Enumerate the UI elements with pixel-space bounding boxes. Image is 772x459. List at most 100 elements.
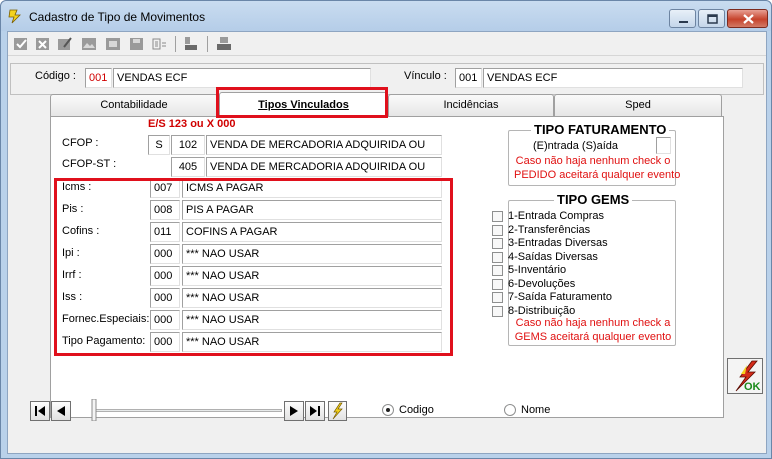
gems-title: TIPO GEMS <box>554 192 633 207</box>
tax-row-label: Iss : <box>62 291 83 303</box>
tax-row-desc-field[interactable]: *** NAO USAR <box>182 244 442 264</box>
gems-checkbox[interactable] <box>492 251 503 263</box>
tab-tipos-vinculados[interactable]: Tipos Vinculados <box>219 92 388 118</box>
last-record-button[interactable] <box>305 401 325 421</box>
tax-row-code-field[interactable]: 000 <box>150 266 180 286</box>
gems-item-label: 5-Inventário <box>508 264 567 276</box>
tax-row-label: Icms : <box>62 181 92 193</box>
tax-row-label: Pis : <box>62 203 84 215</box>
cancel-icon[interactable] <box>34 35 52 53</box>
maximize-icon <box>707 14 718 24</box>
order-codigo-label: Codigo <box>399 404 434 416</box>
window-title: Cadastro de Tipo de Movimentos <box>29 10 206 24</box>
codigo-code-field[interactable]: 001 <box>85 68 112 88</box>
edit-icon[interactable] <box>56 35 74 53</box>
tax-row-desc-field[interactable]: ICMS A PAGAR <box>182 178 442 198</box>
vinculo-desc-field[interactable]: VENDAS ECF <box>483 68 743 88</box>
first-record-button[interactable] <box>30 401 50 421</box>
toolbar <box>8 32 766 56</box>
record-slider-thumb[interactable] <box>91 399 97 421</box>
image2-icon[interactable] <box>104 35 122 53</box>
tax-row-code-field[interactable]: 008 <box>150 200 180 220</box>
toolbar-separator <box>175 36 176 52</box>
ok-label: OK <box>744 381 761 393</box>
vinculo-label: Vínculo : <box>404 70 447 82</box>
ok-button[interactable]: OK <box>727 358 763 394</box>
gems-checkbox[interactable] <box>492 305 503 317</box>
order-codigo-radio[interactable] <box>382 404 394 416</box>
cfop-st-label: CFOP-ST : <box>62 158 117 170</box>
cfop-desc-field[interactable]: VENDA DE MERCADORIA ADQUIRIDA OU <box>206 135 442 155</box>
next-record-button[interactable] <box>284 401 304 421</box>
codigo-label: Código : <box>35 70 76 82</box>
order-nome-label: Nome <box>521 404 551 416</box>
cfop-label: CFOP : <box>62 137 99 149</box>
main-window: Cadastro de Tipo de Movimentos Código: … <box>0 0 772 459</box>
tax-row-code-field[interactable]: 000 <box>150 288 180 308</box>
tax-row-label: Ipi : <box>62 247 80 259</box>
gems-item-label: 7-Saída Faturamento <box>508 291 612 303</box>
record-slider-track[interactable] <box>94 409 282 412</box>
list-icon[interactable] <box>150 35 168 53</box>
next-icon <box>290 406 298 416</box>
faturamento-value-field[interactable] <box>656 137 671 154</box>
title-bar[interactable]: Cadastro de Tipo de Movimentos <box>1 1 771 31</box>
gems-checkbox[interactable] <box>492 278 503 290</box>
gems-checkbox[interactable] <box>492 211 503 222</box>
tab-incidencias[interactable]: Incidências <box>388 94 554 116</box>
tax-row-code-field[interactable]: 000 <box>150 244 180 264</box>
gems-item-label: 8-Distribuição <box>508 304 576 317</box>
faturamento-options: (E)ntrada (S)aída <box>533 140 618 152</box>
tax-row-label: Irrf : <box>62 269 82 281</box>
tax-row-desc-field[interactable]: *** NAO USAR <box>182 288 442 308</box>
cfop-st-code-field[interactable]: 405 <box>171 157 205 177</box>
cfop-code-field[interactable]: 102 <box>171 135 205 155</box>
gems-checkbox[interactable] <box>492 265 503 276</box>
gems-item-label: 6-Devoluções <box>508 277 576 290</box>
tax-row-desc-field[interactable]: *** NAO USAR <box>182 266 442 286</box>
cfop-st-desc-field[interactable]: VENDA DE MERCADORIA ADQUIRIDA OU <box>206 157 442 177</box>
minimize-icon <box>679 21 688 23</box>
gems-checkbox[interactable] <box>492 238 503 249</box>
tax-row-code-field[interactable]: 000 <box>150 310 180 330</box>
gems-checkbox[interactable] <box>492 292 503 303</box>
tax-row-code-field[interactable]: 011 <box>150 222 180 242</box>
image-icon[interactable] <box>80 35 98 53</box>
quick-action-button[interactable] <box>328 401 347 421</box>
tax-row-desc-field[interactable]: COFINS A PAGAR <box>182 222 442 242</box>
gems-checkbox[interactable] <box>492 224 503 236</box>
app-bolt-icon <box>8 9 21 24</box>
stamp-icon[interactable] <box>182 35 200 53</box>
minimize-button[interactable] <box>669 9 696 28</box>
save-icon[interactable] <box>128 35 146 53</box>
order-nome-radio[interactable] <box>504 404 516 416</box>
tab-sped[interactable]: Sped <box>554 94 722 116</box>
close-button[interactable] <box>727 9 768 28</box>
lightning-icon <box>332 402 343 420</box>
codigo-desc-field[interactable]: VENDAS ECF <box>113 68 371 88</box>
print-icon[interactable] <box>215 35 233 53</box>
tax-row-desc-field[interactable]: PIS A PAGAR <box>182 200 442 220</box>
cfop-es-field[interactable]: S <box>148 135 170 155</box>
tab-contabilidade[interactable]: Contabilidade <box>50 94 218 116</box>
prev-icon <box>57 406 65 416</box>
tax-row-label: Cofins : <box>62 225 100 237</box>
tax-row-code-field[interactable]: 007 <box>150 178 180 198</box>
tax-row-code-field[interactable]: 000 <box>150 332 180 352</box>
gems-item-label: 3-Entradas Diversas <box>508 237 608 249</box>
gems-note-2: GEMS aceitará qualquer evento <box>514 331 672 343</box>
vinculo-code-field[interactable]: 001 <box>455 68 482 88</box>
gems-item-label: 4-Saídas Diversas <box>508 250 598 263</box>
tax-row-label: Tipo Pagamento: <box>62 335 146 347</box>
last-icon <box>310 406 320 416</box>
gems-item-label: 1-Entrada Compras <box>508 210 604 222</box>
tax-row-desc-field[interactable]: *** NAO USAR <box>182 310 442 330</box>
check-icon[interactable] <box>12 35 30 53</box>
tax-row-label: Fornec.Especiais: <box>62 313 150 325</box>
es-hint: E/S 123 ou X 000 <box>148 118 236 130</box>
gems-note-1: Caso não haja nenhum check a <box>515 317 671 329</box>
prev-record-button[interactable] <box>51 401 71 421</box>
maximize-button[interactable] <box>698 9 725 28</box>
faturamento-note-1: Caso não haja nenhum check o <box>515 155 671 167</box>
tax-row-desc-field[interactable]: *** NAO USAR <box>182 332 442 352</box>
